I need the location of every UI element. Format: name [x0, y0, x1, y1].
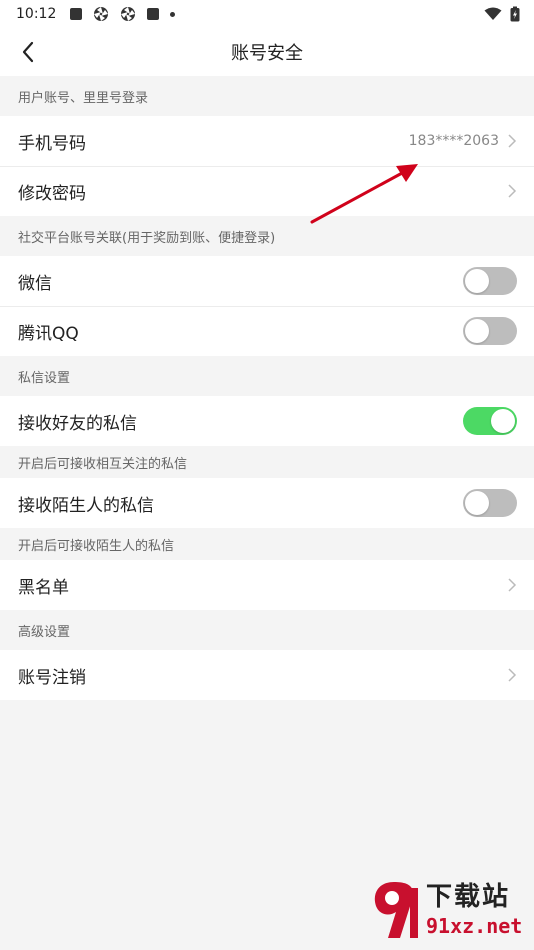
qq-row: 腾讯QQ	[0, 306, 534, 356]
watermark-logo-icon	[374, 882, 418, 938]
deactivate-account-label: 账号注销	[18, 667, 86, 688]
more-notifications-dot-icon	[170, 11, 176, 17]
blacklist-label: 黑名单	[18, 577, 69, 598]
phone-number-value: 183****2063	[408, 133, 499, 149]
toggle-knob	[465, 269, 489, 293]
section-header-advanced: 高级设置	[0, 610, 534, 650]
notification-icons	[70, 6, 176, 22]
toggle-knob	[491, 409, 515, 433]
strangers-messages-toggle[interactable]	[463, 489, 517, 517]
phone-number-label: 手机号码	[18, 133, 86, 154]
friends-messages-toggle[interactable]	[463, 407, 517, 435]
change-password-row[interactable]: 修改密码	[0, 166, 534, 216]
friends-messages-label: 接收好友的私信	[18, 413, 137, 434]
friends-messages-note: 开启后可接收相互关注的私信	[0, 446, 534, 478]
notification-square-icon	[147, 8, 160, 20]
strangers-messages-note: 开启后可接收陌生人的私信	[0, 528, 534, 560]
section-header-login: 用户账号、里里号登录	[0, 76, 534, 116]
watermark-title: 下载站	[426, 882, 511, 912]
section-header-social: 社交平台账号关联(用于奖励到账、便捷登录)	[0, 216, 534, 256]
page-title: 账号安全	[231, 43, 303, 64]
aperture-icon	[121, 7, 136, 21]
wifi-icon	[484, 7, 502, 20]
status-bar: 10:12	[0, 0, 534, 28]
chevron-right-icon	[508, 184, 517, 198]
nav-bar: 账号安全	[0, 28, 534, 76]
chevron-right-icon	[508, 668, 517, 682]
friends-messages-row: 接收好友的私信	[0, 396, 534, 446]
chevron-right-icon	[508, 578, 517, 592]
toggle-knob	[465, 319, 489, 343]
wechat-row: 微信	[0, 256, 534, 306]
blacklist-row[interactable]: 黑名单	[0, 560, 534, 610]
aperture-icon	[94, 7, 109, 21]
strangers-messages-label: 接收陌生人的私信	[18, 495, 154, 516]
phone-number-row[interactable]: 手机号码 183****2063	[0, 116, 534, 166]
deactivate-account-row[interactable]: 账号注销	[0, 650, 534, 700]
wechat-toggle[interactable]	[463, 267, 517, 295]
toggle-knob	[465, 491, 489, 515]
watermark: 下载站 91xz.net	[368, 872, 528, 946]
change-password-label: 修改密码	[18, 183, 86, 204]
section-header-messages: 私信设置	[0, 356, 534, 396]
notification-square-icon	[70, 8, 83, 20]
wechat-label: 微信	[18, 273, 52, 294]
battery-charging-icon	[510, 6, 520, 22]
chevron-right-icon	[508, 134, 517, 148]
watermark-domain: 91xz.net	[426, 914, 523, 938]
back-button[interactable]	[14, 38, 42, 66]
chevron-left-icon	[22, 41, 34, 63]
strangers-messages-row: 接收陌生人的私信	[0, 478, 534, 528]
system-icons	[484, 6, 520, 22]
qq-toggle[interactable]	[463, 317, 517, 345]
status-time: 10:12	[16, 6, 57, 22]
qq-label: 腾讯QQ	[18, 323, 79, 344]
